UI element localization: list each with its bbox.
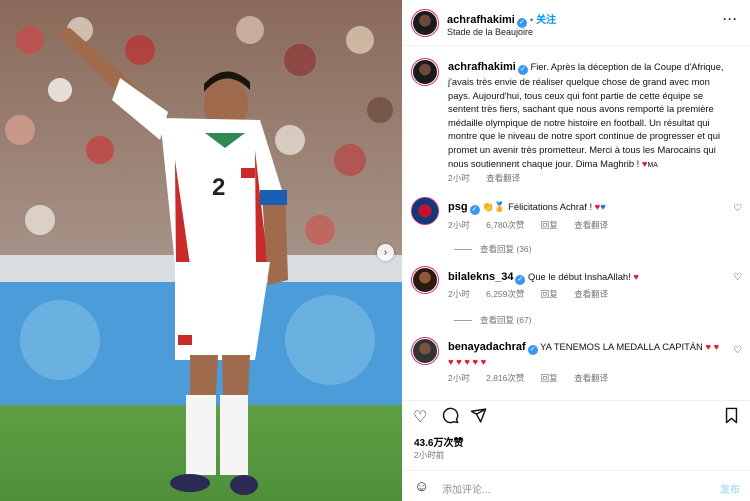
comment-time[interactable]: 2小时 bbox=[448, 373, 470, 383]
view-replies-label[interactable]: 查看回复 (36) bbox=[480, 244, 531, 254]
post-location[interactable]: Stade de la Beaujoire bbox=[447, 27, 533, 37]
heart-red-icon: ♥ bbox=[633, 271, 639, 282]
translate-link[interactable]: 查看翻译 bbox=[574, 289, 608, 299]
heart-blue-icon: ♥ bbox=[600, 201, 606, 212]
verified-badge-icon: ✓ bbox=[527, 345, 538, 355]
like-heart-icon[interactable]: ♡ bbox=[413, 407, 427, 427]
comment-body-bilalekns: Que le début InshaAllah! bbox=[528, 271, 631, 282]
comment-avatar-bilalekns[interactable] bbox=[411, 266, 439, 294]
heart-red-icon: ♥ ♥ bbox=[705, 341, 720, 352]
comment-body-psg: Félicitations Achraf ! bbox=[508, 201, 593, 212]
verified-badge-icon: ✓ bbox=[515, 275, 526, 285]
comment-time[interactable]: 2小时 bbox=[448, 289, 470, 299]
comment-username-bilalekns[interactable]: bilalekns_34 bbox=[448, 271, 513, 283]
view-replies-psg[interactable]: 查看回复 (36) bbox=[454, 243, 531, 255]
author-avatar[interactable] bbox=[411, 9, 439, 37]
comment-likes[interactable]: 2,816次赞 bbox=[486, 373, 524, 383]
post-actions-bar: ♡ bbox=[402, 400, 750, 430]
comment-avatar-psg[interactable] bbox=[411, 197, 439, 225]
caption-body: Fier. Après la déception de la Coupe d'A… bbox=[448, 61, 724, 169]
next-photo-button[interactable]: › bbox=[377, 244, 394, 261]
flag-label: MA bbox=[647, 161, 658, 169]
like-comment-icon[interactable]: ♡ bbox=[733, 272, 742, 283]
emoji-smiley-icon[interactable]: ☺ bbox=[414, 478, 429, 495]
clap-emoji-icon: 👏 bbox=[482, 201, 494, 212]
caption-avatar[interactable] bbox=[411, 58, 439, 86]
post-photo-image: 2 bbox=[0, 0, 402, 501]
follow-button[interactable]: 关注 bbox=[536, 15, 556, 26]
translate-link[interactable]: 查看翻译 bbox=[574, 373, 608, 383]
verified-badge-icon: ✓ bbox=[517, 65, 528, 75]
comment-meta-benayadachraf: 2小时 2,816次赞 回复 查看翻译 bbox=[448, 372, 622, 384]
caption-username[interactable]: achrafhakimi bbox=[448, 61, 516, 73]
comment-likes[interactable]: 6,780次赞 bbox=[486, 220, 524, 230]
comment-text-benayadachraf: benayadachraf ✓ YA TENEMOS LA MEDALLA CAP… bbox=[448, 340, 728, 369]
translate-link[interactable]: 查看翻译 bbox=[486, 173, 520, 183]
caption-text: achrafhakimi ✓ Fier. Après la déception d… bbox=[448, 60, 728, 172]
reply-button[interactable]: 回复 bbox=[541, 289, 558, 299]
heart-red-icon: ♥ ♥ ♥ ♥ ♥ bbox=[448, 356, 487, 367]
comment-body-benayadachraf: YA TENEMOS LA MEDALLA CAPITÁN bbox=[540, 341, 703, 352]
comment-meta-bilalekns: 2小时 6,259次赞 回复 查看翻译 bbox=[448, 288, 622, 300]
reply-button[interactable]: 回复 bbox=[541, 220, 558, 230]
post-detail-panel: achrafhakimi ✓ • 关注 Stade de la Beaujoire… bbox=[402, 0, 750, 501]
caption-time[interactable]: 2小时 bbox=[448, 173, 470, 183]
view-replies-bilalekns[interactable]: 查看回复 (67) bbox=[454, 314, 531, 326]
post-comment-button[interactable]: 发布 bbox=[720, 481, 740, 496]
medal-emoji-icon: 🏅 bbox=[493, 201, 506, 212]
post-photo[interactable]: 2 › bbox=[0, 0, 402, 501]
view-replies-label[interactable]: 查看回复 (67) bbox=[480, 315, 531, 325]
translate-link[interactable]: 查看翻译 bbox=[574, 220, 608, 230]
bookmark-icon[interactable] bbox=[724, 407, 739, 429]
comment-username-psg[interactable]: psg bbox=[448, 201, 468, 213]
comment-avatar-benayadachraf[interactable] bbox=[411, 337, 439, 365]
reply-button[interactable]: 回复 bbox=[541, 373, 558, 383]
share-send-icon[interactable] bbox=[470, 407, 487, 429]
comment-text-psg: psg ✓ 👏🏅 Félicitations Achraf ! ♥♥ bbox=[448, 200, 728, 215]
caption-meta: 2小时 查看翻译 bbox=[448, 172, 534, 184]
comment-bubble-icon[interactable] bbox=[442, 407, 459, 429]
post-time[interactable]: 2小时前 bbox=[414, 449, 444, 461]
comment-time[interactable]: 2小时 bbox=[448, 220, 470, 230]
like-comment-icon[interactable]: ♡ bbox=[733, 203, 742, 214]
add-comment-input[interactable]: 添加评论... bbox=[442, 481, 490, 496]
comment-meta-psg: 2小时 6,780次赞 回复 查看翻译 bbox=[448, 219, 622, 231]
post-header: achrafhakimi ✓ • 关注 Stade de la Beaujoire… bbox=[402, 0, 750, 46]
add-comment-bar: ☺ 添加评论... 发布 bbox=[402, 470, 750, 501]
verified-badge-icon: ✓ bbox=[469, 205, 480, 215]
svg-text:2: 2 bbox=[212, 174, 225, 201]
like-comment-icon[interactable]: ♡ bbox=[733, 345, 742, 356]
chevron-right-icon: › bbox=[383, 247, 388, 258]
author-username[interactable]: achrafhakimi bbox=[447, 14, 515, 26]
comment-username-benayadachraf[interactable]: benayadachraf bbox=[448, 341, 526, 353]
post-likes-count[interactable]: 43.6万次赞 bbox=[414, 434, 463, 449]
more-horizontal-icon[interactable]: ··· bbox=[723, 12, 738, 26]
comment-likes[interactable]: 6,259次赞 bbox=[486, 289, 524, 299]
replies-divider bbox=[454, 249, 472, 251]
replies-divider bbox=[454, 320, 472, 322]
comment-text-bilalekns: bilalekns_34 ✓ Que le début InshaAllah! ♥ bbox=[448, 270, 728, 285]
